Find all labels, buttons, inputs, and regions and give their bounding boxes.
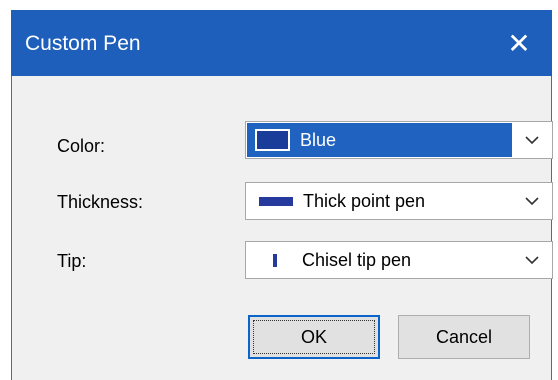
- close-icon: ✕: [507, 27, 531, 59]
- thick-line-swatch: [259, 196, 293, 206]
- chevron-down-icon[interactable]: [512, 183, 552, 219]
- thickness-label: Thickness:: [57, 192, 144, 212]
- color-dropdown[interactable]: Blue: [245, 121, 553, 159]
- chevron-down-icon[interactable]: [512, 122, 552, 158]
- blue-color-swatch: [255, 129, 290, 151]
- title-bar[interactable]: Custom Pen ✕: [11, 10, 552, 76]
- focus-rect: [253, 320, 375, 354]
- thickness-value: Thick point pen: [303, 190, 426, 211]
- tip-value: Chisel tip pen: [302, 249, 412, 270]
- dialog-title: Custom Pen: [25, 32, 141, 55]
- custom-pen-dialog: Custom Pen ✕ Color: Blue Thickness: Thic…: [11, 10, 553, 380]
- tip-dropdown[interactable]: Chisel tip pen: [245, 241, 553, 279]
- close-button[interactable]: ✕: [486, 10, 552, 76]
- tip-selected-value: Chisel tip pen: [247, 243, 512, 277]
- cancel-label: Cancel: [435, 326, 493, 347]
- color-label: Color:: [57, 136, 106, 156]
- thickness-selected-value: Thick point pen: [247, 184, 512, 218]
- color-value: Blue: [300, 129, 337, 150]
- chevron-down-icon[interactable]: [512, 242, 552, 278]
- ok-button[interactable]: OK: [248, 315, 380, 359]
- cancel-button[interactable]: Cancel: [398, 315, 530, 359]
- chisel-tip-swatch: [273, 253, 277, 267]
- tip-label: Tip:: [57, 251, 87, 271]
- color-selected-value: Blue: [247, 123, 512, 157]
- thickness-dropdown[interactable]: Thick point pen: [245, 182, 553, 220]
